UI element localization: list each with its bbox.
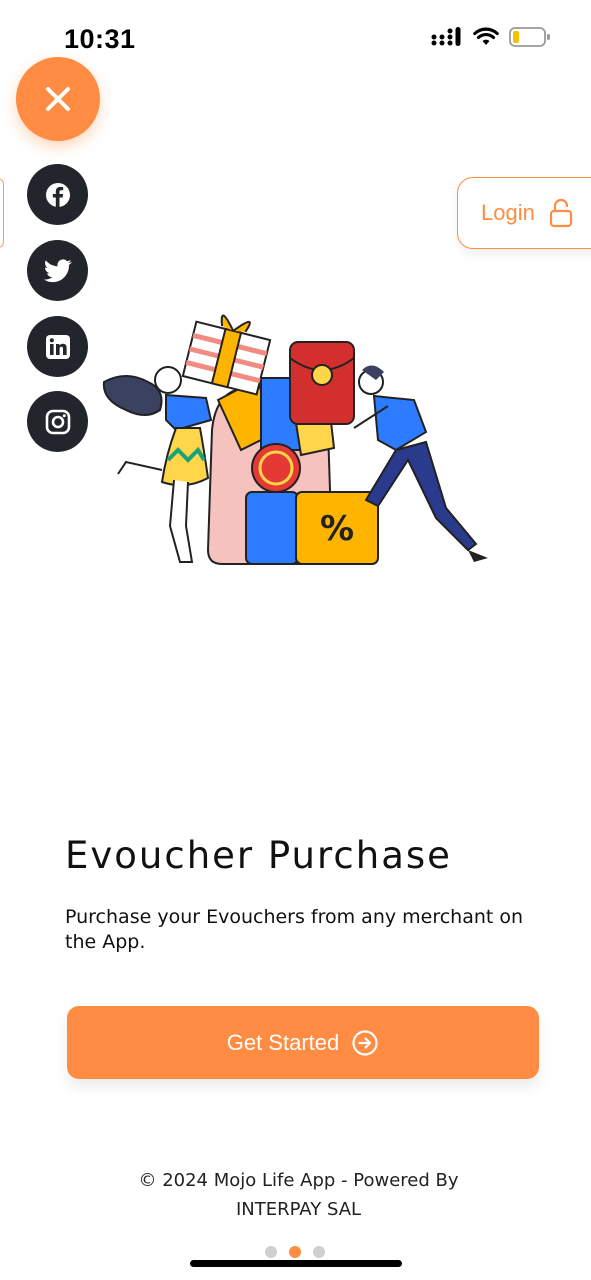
twitter-icon [43, 258, 72, 282]
footer-company: INTERPAY SAL [235, 1199, 362, 1220]
instagram-button[interactable] [27, 391, 88, 452]
evoucher-illustration: % [102, 314, 488, 565]
footer: © 2024 Mojo Life App - Powered By INTERP… [0, 1166, 591, 1224]
page-dot-2[interactable] [289, 1246, 301, 1258]
login-button[interactable]: Login [457, 177, 591, 249]
facebook-button[interactable] [27, 164, 88, 225]
get-started-button[interactable]: Get Started [67, 1006, 539, 1079]
arrow-right-circle-icon [352, 1029, 378, 1056]
page-dot-3[interactable] [313, 1246, 325, 1258]
facebook-icon [45, 182, 70, 207]
get-started-label: Get Started [226, 1029, 340, 1055]
instagram-icon [45, 409, 70, 434]
twitter-button[interactable] [27, 240, 88, 301]
status-icons [431, 26, 551, 48]
edge-button-outline [0, 178, 4, 248]
status-time: 10:31 [64, 24, 136, 54]
home-indicator [190, 1260, 402, 1267]
close-menu-button[interactable] [16, 57, 100, 141]
page-description: Purchase your Evouchers from any merchan… [65, 906, 524, 953]
page-dot-1[interactable] [265, 1246, 277, 1258]
close-icon [46, 87, 70, 111]
linkedin-button[interactable] [27, 316, 88, 377]
login-label: Login [481, 200, 535, 225]
wifi-icon [473, 27, 499, 45]
percent-glyph: % [320, 509, 354, 549]
battery-icon [509, 27, 550, 47]
page-indicator [265, 1246, 325, 1258]
page-title: Evoucher Purchase [65, 834, 452, 877]
cellular-signal-icon [431, 27, 461, 46]
linkedin-icon [45, 334, 70, 359]
unlock-icon [549, 198, 572, 228]
footer-copyright: © 2024 Mojo Life App - Powered By [138, 1170, 459, 1191]
